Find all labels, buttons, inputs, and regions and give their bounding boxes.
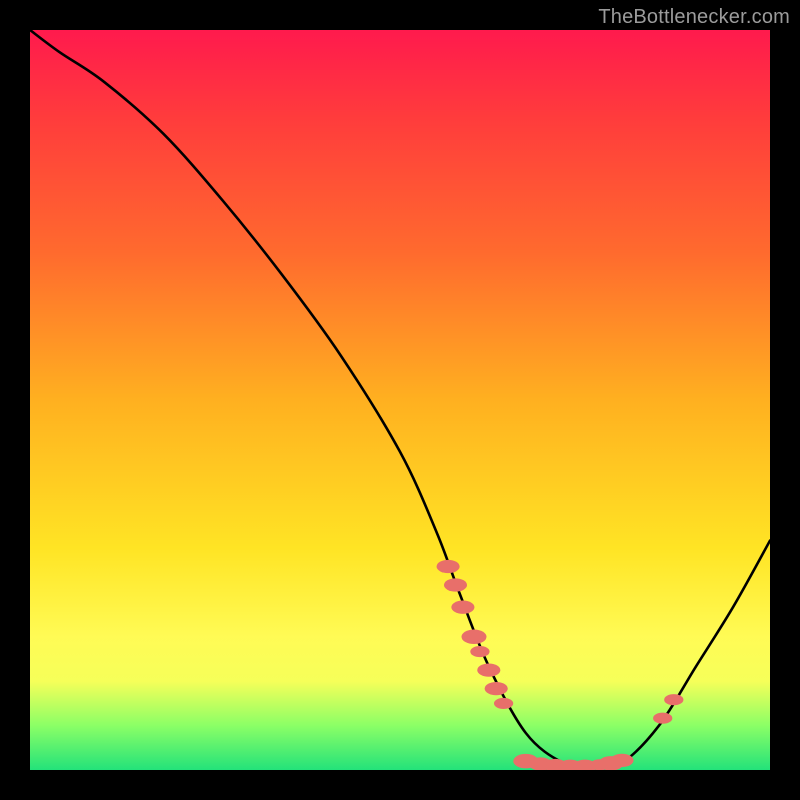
chart-stage: TheBottlenecker.com — [0, 0, 800, 800]
heat-gradient-background — [30, 30, 770, 770]
plot-area — [30, 30, 770, 770]
watermark-text: TheBottlenecker.com — [598, 6, 790, 29]
